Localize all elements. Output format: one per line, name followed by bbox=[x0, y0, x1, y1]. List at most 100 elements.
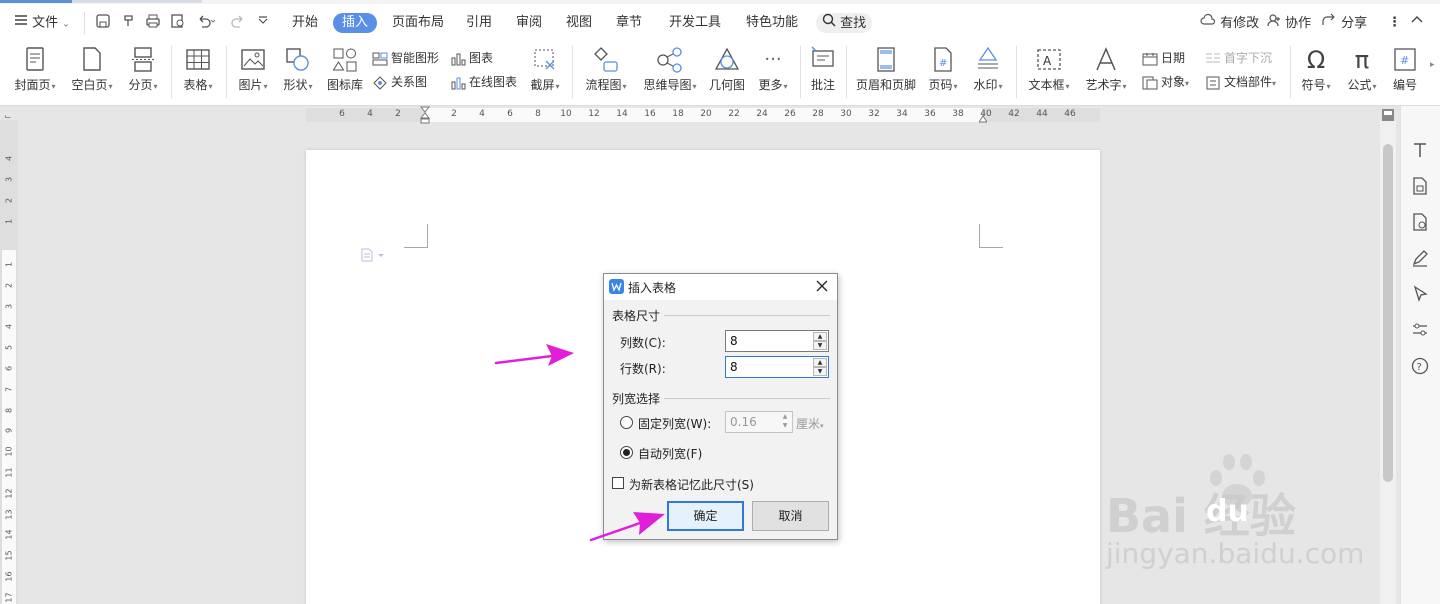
save-icon[interactable] bbox=[95, 13, 111, 33]
chart-button[interactable]: 图表 bbox=[450, 48, 493, 68]
ruler-tick-label: 30 bbox=[840, 109, 852, 119]
scrollbar-thumb[interactable] bbox=[1383, 144, 1393, 482]
ruler-tick-label: 24 bbox=[756, 109, 768, 119]
share-icon bbox=[1321, 13, 1337, 34]
close-icon[interactable] bbox=[815, 279, 829, 293]
fixed-width-radio[interactable] bbox=[620, 416, 633, 429]
formula-button[interactable]: π 公式▾ bbox=[1344, 42, 1380, 102]
table-button[interactable]: 表格▾ bbox=[180, 42, 216, 102]
ruler-tick-label: 2 bbox=[4, 197, 14, 204]
header-footer-button[interactable]: 页眉和页脚 bbox=[854, 42, 918, 102]
symbol-button[interactable]: Ω 符号▾ bbox=[1298, 42, 1334, 102]
wordart-button[interactable]: 艺术字▾ bbox=[1082, 42, 1130, 102]
ruler-tick-label: 9 bbox=[4, 428, 14, 434]
rows-spinbox[interactable]: 8 ▲ ▼ bbox=[725, 356, 829, 378]
omega-icon: Ω bbox=[1306, 46, 1326, 74]
cursor-select-icon[interactable] bbox=[1410, 284, 1430, 304]
geometry-button[interactable]: 几何图 bbox=[708, 42, 746, 102]
object-button[interactable]: 对象▾ bbox=[1142, 72, 1189, 92]
spin-down-icon[interactable]: ▼ bbox=[813, 367, 827, 376]
page-number-button[interactable]: # 页码▾ bbox=[925, 42, 961, 102]
online-chart-button[interactable]: 在线图表 bbox=[450, 72, 517, 92]
date-button[interactable]: 日期 bbox=[1142, 48, 1185, 68]
collapse-ribbon-icon[interactable] bbox=[1410, 13, 1424, 33]
numbering-label: 编号 bbox=[1392, 78, 1417, 92]
vertical-scrollbar[interactable] bbox=[1380, 120, 1396, 604]
smart-shape-button[interactable]: 智能图形 bbox=[372, 48, 439, 68]
watermark-button[interactable]: 水印▾ bbox=[970, 42, 1006, 102]
tab-developer[interactable]: 开发工具 bbox=[669, 13, 721, 33]
quick-access-more-icon[interactable] bbox=[257, 13, 269, 33]
share-button[interactable]: 分享 bbox=[1321, 13, 1367, 33]
tab-review[interactable]: 审阅 bbox=[516, 13, 542, 33]
shape-button[interactable]: 形状▾ bbox=[280, 42, 316, 102]
geometry-label: 几何图 bbox=[708, 78, 745, 92]
dropcap-button[interactable]: 首字下沉 bbox=[1205, 48, 1272, 68]
print-preview-icon[interactable] bbox=[170, 13, 186, 33]
flowchart-button[interactable]: 流程图▾ bbox=[582, 42, 630, 102]
text-format-icon[interactable] bbox=[1410, 140, 1430, 160]
pi-icon: π bbox=[1354, 46, 1370, 74]
ruler-tick-label: 4 bbox=[479, 109, 485, 119]
undo-icon[interactable] bbox=[196, 13, 216, 33]
menu-bar: 文件 ⌄ 开始 插入 页面布局 引用 审阅 视图 章节 开发工具 特色功能 查找… bbox=[0, 4, 1440, 42]
blank-page-button[interactable]: 空白页▾ bbox=[69, 42, 115, 102]
format-painter-icon[interactable] bbox=[121, 13, 137, 33]
screenshot-button[interactable]: 截屏▾ bbox=[526, 42, 564, 102]
cancel-button[interactable]: 取消 bbox=[752, 501, 829, 531]
fixed-width-spin-arrows-icon[interactable]: ▲ ▼ bbox=[779, 412, 791, 432]
textbox-icon: A bbox=[1034, 45, 1064, 75]
textbox-button[interactable]: A 文本框▾ bbox=[1025, 42, 1073, 102]
document-check-icon[interactable] bbox=[1410, 212, 1430, 232]
dialog-titlebar[interactable]: 插入表格 bbox=[604, 274, 837, 300]
watermark-icon bbox=[973, 45, 1003, 75]
more-insert-button[interactable]: ··· 更多▾ bbox=[755, 42, 791, 102]
spin-down-icon[interactable]: ▼ bbox=[813, 341, 827, 350]
tab-page-layout[interactable]: 页面布局 bbox=[392, 13, 444, 33]
ok-button[interactable]: 确定 bbox=[667, 501, 744, 531]
date-label: 日期 bbox=[1161, 51, 1186, 65]
tab-references[interactable]: 引用 bbox=[466, 13, 492, 33]
print-icon[interactable] bbox=[145, 13, 161, 33]
collaborate-button[interactable]: 协作 bbox=[1267, 13, 1311, 33]
pen-icon[interactable] bbox=[1410, 248, 1430, 268]
right-indent-marker-icon[interactable] bbox=[978, 112, 988, 123]
ruler-tick-label: 18 bbox=[672, 109, 684, 119]
picture-button[interactable]: 图片▾ bbox=[235, 42, 271, 102]
unit-dropdown[interactable]: 厘米▾ bbox=[796, 415, 824, 432]
document-parts-button[interactable]: 文档部件▾ bbox=[1205, 72, 1276, 92]
indent-marker-icon[interactable] bbox=[419, 106, 431, 124]
mindmap-button[interactable]: 思维导图▾ bbox=[639, 42, 701, 102]
help-icon[interactable]: ? bbox=[1410, 356, 1430, 376]
more-vertical-icon[interactable]: ⋮ bbox=[1388, 13, 1401, 33]
split-view-icon[interactable] bbox=[1381, 108, 1395, 122]
mindmap-label: 思维导图 bbox=[643, 78, 692, 92]
tab-special-features[interactable]: 特色功能 bbox=[746, 13, 798, 33]
paragraph-layout-icon[interactable] bbox=[360, 248, 386, 265]
page-break-button[interactable]: 分页▾ bbox=[126, 42, 160, 102]
tab-chapter[interactable]: 章节 bbox=[616, 13, 642, 33]
svg-text:#: # bbox=[1400, 54, 1409, 67]
redo-icon[interactable] bbox=[230, 13, 246, 33]
spin-up-icon[interactable]: ▲ bbox=[813, 332, 827, 341]
numbering-button[interactable]: # 编号 bbox=[1388, 42, 1422, 102]
cover-page-button[interactable]: 封面页▾ bbox=[12, 42, 58, 102]
icon-library-button[interactable]: 图标库 bbox=[326, 42, 364, 102]
relation-chart-button[interactable]: 关系图 bbox=[372, 72, 427, 92]
file-menu[interactable]: 文件 ⌄ bbox=[14, 13, 70, 33]
comment-button[interactable]: 批注 bbox=[808, 42, 838, 102]
tab-view[interactable]: 视图 bbox=[566, 13, 592, 33]
rows-value: 8 bbox=[730, 360, 738, 374]
auto-width-radio[interactable] bbox=[620, 446, 633, 459]
share-label: 分享 bbox=[1341, 16, 1368, 31]
spin-up-icon[interactable]: ▲ bbox=[813, 358, 827, 367]
search-box[interactable]: 查找 bbox=[816, 13, 873, 33]
remember-size-checkbox[interactable] bbox=[612, 477, 624, 489]
modify-button[interactable]: 有修改 bbox=[1200, 13, 1259, 33]
settings-sliders-icon[interactable] bbox=[1410, 320, 1430, 340]
document-template-icon[interactable] bbox=[1410, 176, 1430, 196]
tab-insert[interactable]: 插入 bbox=[333, 13, 378, 33]
ribbon-scroll-right-icon[interactable]: ▸ bbox=[1430, 60, 1435, 70]
tab-home[interactable]: 开始 bbox=[292, 13, 318, 33]
columns-spinbox[interactable]: 8 ▲ ▼ bbox=[725, 330, 829, 352]
